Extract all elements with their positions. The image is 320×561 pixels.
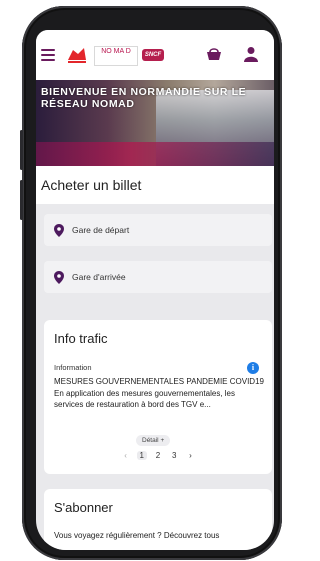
detail-button[interactable]: Détail + <box>136 435 171 446</box>
location-pin-icon <box>54 270 64 284</box>
pagination-page-1[interactable]: 1 <box>136 451 147 460</box>
arrival-station-field[interactable]: Gare d'arrivée <box>44 261 272 293</box>
traffic-info-card: Info trafic Information i MESURES GOUVER… <box>44 320 272 474</box>
departure-station-placeholder: Gare de départ <box>72 225 130 235</box>
buy-ticket-section: Acheter un billet <box>36 166 274 204</box>
user-icon[interactable] <box>244 46 258 62</box>
pagination-prev[interactable]: ‹ <box>121 451 131 460</box>
plus-icon: + <box>160 437 165 444</box>
pagination-page-3[interactable]: 3 <box>169 451 179 460</box>
app-header: NO MA D SNCF <box>36 30 274 80</box>
traffic-info-headline: MESURES GOUVERNEMENTALES PANDEMIE COVID1… <box>54 377 264 386</box>
traffic-info-body: En application des mesures gouvernementa… <box>54 388 235 410</box>
traffic-info-text[interactable]: MESURES GOUVERNEMENTALES PANDEMIE COVID1… <box>54 376 264 411</box>
info-icon[interactable]: i <box>247 362 259 374</box>
arrival-station-placeholder: Gare d'arrivée <box>72 272 126 282</box>
phone-side-button <box>20 180 23 220</box>
subscribe-title: S'abonner <box>54 500 113 515</box>
hero-banner: BIENVENUE EN NORMANDIE SUR LE RÉSEAU NOM… <box>36 80 274 166</box>
sncf-logo[interactable]: SNCF <box>142 49 164 61</box>
hero-title: BIENVENUE EN NORMANDIE SUR LE RÉSEAU NOM… <box>41 86 247 110</box>
phone-side-button <box>20 130 23 170</box>
location-pin-icon <box>54 223 64 237</box>
app-screen: NO MA D SNCF BIENVENUE EN NORMANDIE SUR … <box>36 30 274 550</box>
buy-ticket-title: Acheter un billet <box>41 177 142 193</box>
pagination: ‹ 1 2 3 › <box>44 451 272 465</box>
basket-icon[interactable] <box>206 47 222 61</box>
region-normandie-logo[interactable] <box>66 44 88 66</box>
pagination-next[interactable]: › <box>185 451 195 460</box>
traffic-info-label: Information <box>54 363 92 372</box>
traffic-info-title: Info trafic <box>54 331 108 346</box>
subscribe-card: S'abonner Vous voyagez régulièrement ? D… <box>44 489 272 550</box>
nomad-logo[interactable]: NO MA D <box>94 46 138 66</box>
subscribe-text: Vous voyagez régulièrement ? Découvrez t… <box>54 531 220 540</box>
hamburger-icon[interactable] <box>41 49 55 61</box>
pagination-page-2[interactable]: 2 <box>153 451 163 460</box>
departure-station-field[interactable]: Gare de départ <box>44 214 272 246</box>
